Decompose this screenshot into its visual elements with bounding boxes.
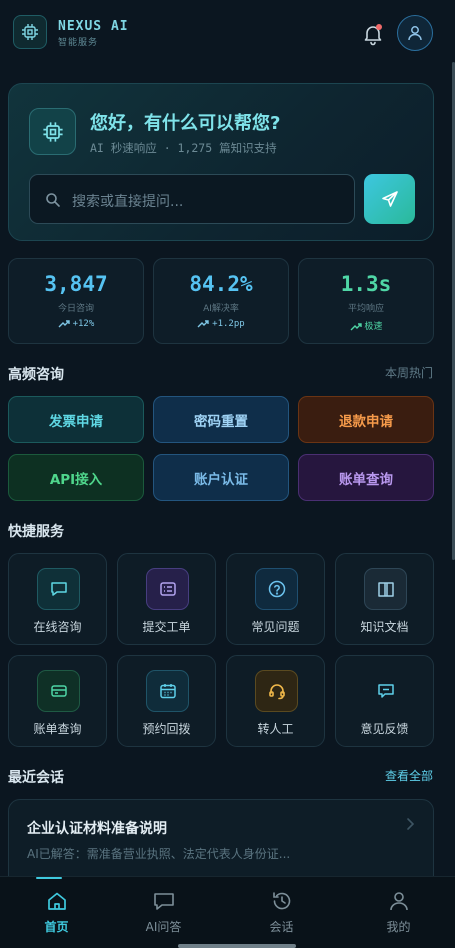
brand-subtitle: 智能服务	[58, 38, 99, 48]
section-title-quick: 快捷服务	[8, 524, 64, 540]
section-title-recent: 最近会话	[8, 770, 64, 786]
send-icon	[381, 191, 398, 207]
send-button[interactable]	[364, 174, 415, 224]
ticket-icon	[146, 568, 189, 610]
headset-icon	[255, 670, 298, 712]
hero-subtitle: AI 秒速响应 · 1,275 篇知识支持	[90, 141, 277, 155]
notification-bell-icon[interactable]	[360, 21, 386, 47]
ai-chip-icon	[29, 108, 76, 155]
stat-trend: +12%	[9, 319, 143, 329]
stat-label: 今日咨询	[57, 304, 94, 314]
stat-trend: 极速	[299, 319, 433, 332]
nav-item-home[interactable]: 首页	[0, 877, 113, 948]
hot-item-password[interactable]: 密码重置	[153, 396, 289, 443]
chat-bubble-icon	[37, 568, 80, 610]
nav-active-indicator	[36, 877, 62, 879]
service-label: 常见问题	[251, 620, 300, 634]
feedback-icon	[364, 670, 407, 712]
hot-item-refund[interactable]: 退款申请	[298, 396, 434, 443]
stat-card-response: 1.3s 平均响应 极速	[298, 258, 434, 344]
service-label: 在线咨询	[33, 620, 82, 634]
chevron-right-icon	[405, 816, 415, 835]
service-faq[interactable]: 常见问题	[226, 553, 325, 645]
service-billing[interactable]: 账单查询	[8, 655, 107, 747]
stat-value: 84.2%	[189, 272, 253, 296]
section-title-hot: 高频咨询	[8, 367, 64, 383]
stat-value: 3,847	[44, 272, 108, 296]
search-input[interactable]: 搜索或直接提问...	[29, 174, 355, 224]
service-feedback[interactable]: 意见反馈	[335, 655, 434, 747]
notification-badge	[376, 24, 382, 30]
hot-item-verify[interactable]: 账户认证	[153, 454, 289, 501]
search-placeholder: 搜索或直接提问...	[72, 194, 184, 210]
nav-label: AI问答	[145, 920, 182, 934]
credit-card-icon	[37, 670, 80, 712]
calendar-icon	[146, 670, 189, 712]
stat-label: 平均响应	[347, 304, 384, 314]
home-icon	[45, 889, 69, 913]
conversation-preview: AI已解答：需准备营业执照、法定代表人身份证...	[27, 847, 291, 861]
trend-up-icon	[350, 323, 362, 331]
trend-up-icon	[197, 320, 209, 328]
view-all-link[interactable]: 查看全部	[385, 767, 433, 784]
stat-card-consultations: 3,847 今日咨询 +12%	[8, 258, 144, 344]
nav-label: 我的	[386, 920, 411, 934]
hot-item-invoice[interactable]: 发票申请	[8, 396, 144, 443]
trend-up-icon	[58, 320, 70, 328]
conversation-title: 企业认证材料准备说明	[27, 821, 167, 837]
user-icon	[408, 26, 422, 41]
service-ticket[interactable]: 提交工单	[117, 553, 216, 645]
hero-card: 您好，有什么可以帮您? AI 秒速响应 · 1,275 篇知识支持 搜索或直接提…	[8, 83, 434, 241]
hot-item-billing[interactable]: 账单查询	[298, 454, 434, 501]
nav-label: 会话	[269, 920, 294, 934]
service-label: 提交工单	[142, 620, 191, 634]
service-online-chat[interactable]: 在线咨询	[8, 553, 107, 645]
chip-logo-icon	[13, 15, 47, 49]
search-icon	[44, 191, 62, 209]
app-header: NEXUS AI 智能服务	[0, 0, 455, 66]
hot-weekly-label: 本周热门	[384, 366, 433, 380]
service-label: 账单查询	[33, 722, 82, 736]
history-icon	[270, 889, 294, 913]
service-callback[interactable]: 预约回拨	[117, 655, 216, 747]
stat-card-resolution: 84.2% AI解决率 +1.2pp	[153, 258, 289, 344]
home-indicator	[178, 944, 296, 948]
service-label: 预约回拨	[142, 722, 191, 736]
book-icon	[364, 568, 407, 610]
chat-icon	[152, 889, 176, 913]
bottom-nav: 首页 AI问答 会话 我的	[0, 876, 455, 948]
nav-item-sessions[interactable]: 会话	[225, 877, 338, 948]
user-profile-button[interactable]	[397, 15, 433, 51]
nav-item-profile[interactable]: 我的	[342, 877, 455, 948]
nav-item-ai-qa[interactable]: AI问答	[107, 877, 220, 948]
stat-trend: +1.2pp	[154, 319, 288, 329]
service-human-agent[interactable]: 转人工	[226, 655, 325, 747]
person-icon	[387, 889, 411, 913]
hot-item-api[interactable]: API接入	[8, 454, 144, 501]
service-label: 知识文档	[360, 620, 409, 634]
service-label: 转人工	[257, 722, 294, 736]
stat-value: 1.3s	[340, 272, 392, 296]
hero-title: 您好，有什么可以帮您?	[90, 113, 281, 134]
service-label: 意见反馈	[360, 722, 409, 736]
nav-label: 首页	[44, 920, 69, 934]
brand-name: NEXUS AI	[58, 19, 129, 34]
stat-label: AI解决率	[203, 304, 239, 314]
service-knowledge[interactable]: 知识文档	[335, 553, 434, 645]
help-circle-icon	[255, 568, 298, 610]
